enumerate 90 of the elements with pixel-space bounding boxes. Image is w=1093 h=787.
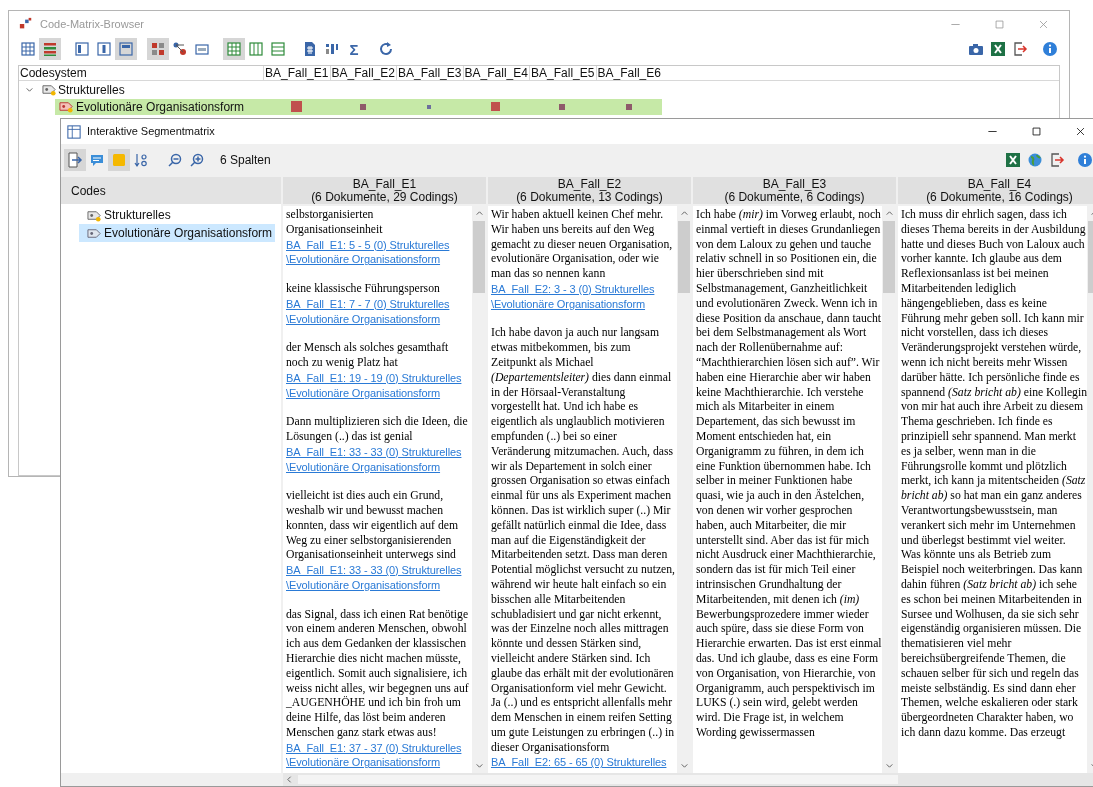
code-tag-icon bbox=[59, 99, 74, 114]
scrollbar[interactable] bbox=[677, 206, 691, 773]
table-icon bbox=[20, 41, 36, 57]
scroll-left-icon bbox=[285, 775, 294, 784]
segment-text: selbstorganisierten Organisationseinheit bbox=[286, 208, 384, 238]
code-list-item[interactable]: Evolutionäre Organisationsform bbox=[79, 224, 275, 242]
segment-text: vielleicht ist dies auch ein Grund, weshalb wir und bewusst machen konnten, dass wir eigentlich auf dem Weg zu einer selbstorganisierenden Organisationseinheit unterwegs sind bbox=[286, 489, 460, 564]
tree-item[interactable]: Evolutionäre Organisationsform bbox=[76, 97, 245, 116]
segment-text: der Mensch als solches gesamthaft noch zu wenig Platz hat bbox=[286, 341, 450, 371]
matrix-row[interactable]: Evolutionäre Organisationsform bbox=[55, 98, 662, 115]
column-count: 6 Spalten bbox=[220, 151, 271, 169]
segment-text: Ich muss dir ehrlich sagen, dass ich dieses Thema bereits in der Ausbildung hatte und dieses Buch von Laloux auch vorher kannte. Ich glaube aus dem Reflexionsanlass ist bei meinen Mitarbeitenden lediglich hängengeblieben, dass es keine Führung mehr geben soll. Ich kann mir nicht vorstellen, dass ich dieses Veränderungsprojekt verstehen würde, wenn ich nicht bereits mehr Wissen darüber hätte. Ich persönliche finde es spannend (Satz bricht ab) eine Kollegin von mir hat auch ihre Arbeit zu diesem Thema geschrieben. Ich finde es prinzipiell sehr spannend. Man merkt es ja selber, wenn man in die Führungsrolle kommt und plötzlich merkt, ich kann ja mitentscheiden (Satz bricht ab) so hat man ein ganz anderes Verantwortungsbewusstsein, man verankert sich mehr im Unternehmen und überlegst bestimmt viel weiter. Was könnte uns als Betrieb zum Beispiel noch weiterbringen. Das kann dahin führen (Satz bricht ab) ich sehe es schon bei meinen Mitarbeitenden in Sursee und Wolhusen, da sie sich sehr eigenständig organisieren müssen. Die thematisieren viel mehr bereichsübergreifende Themen, die schauen selber für sich und regeln das meiste selbständig. Es sind dann eher Themen, welche eskalieren oder stark übergeordneten Charakter haben, wo ich dann dazu komme. Das erzeugt bbox=[901, 208, 1087, 741]
app-icon bbox=[67, 124, 81, 139]
column-header[interactable]: BA_Fall_E1 bbox=[263, 66, 330, 80]
globe-icon bbox=[1027, 151, 1043, 168]
exit-icon bbox=[1012, 41, 1028, 57]
column-header[interactable]: BA_Fall_E4 (6 Dokumente, 16 Codings) bbox=[898, 177, 1093, 204]
toolbar-button[interactable] bbox=[115, 38, 137, 60]
code-list-item[interactable]: Strukturelles bbox=[79, 206, 275, 224]
scroll-up-icon bbox=[679, 209, 689, 218]
toolbar-button[interactable] bbox=[64, 148, 86, 171]
column-header[interactable]: BA_Fall_E4 bbox=[462, 66, 529, 80]
close-icon bbox=[1037, 18, 1049, 30]
column-header[interactable]: BA_Fall_E6 bbox=[595, 66, 662, 80]
scroll-up-icon bbox=[474, 209, 484, 218]
panel-header: Codes bbox=[61, 177, 281, 204]
close-icon bbox=[1074, 126, 1086, 137]
column-header[interactable]: Codesystem bbox=[19, 66, 263, 80]
source-link[interactable]: BA_Fall_E1: 33 - 33 (0) Strukturelles\Evolutionäre Organisationsform bbox=[286, 444, 472, 475]
source-link[interactable]: BA_Fall_E1: 37 - 37 (0) Strukturelles\Evolutionäre Organisationsform bbox=[286, 740, 472, 771]
column-icon bbox=[96, 41, 112, 57]
horizontal-scrollbar[interactable] bbox=[283, 773, 1093, 786]
scroll-down-icon bbox=[884, 761, 894, 770]
segment-text: Dann multiplizieren sich die Ideen, die Lösungen (..) das ist genial bbox=[286, 415, 469, 445]
window-title: Interaktive Segmentmatrix bbox=[87, 124, 215, 140]
toolbar-button[interactable] bbox=[39, 38, 61, 60]
bars-icon bbox=[324, 41, 340, 57]
row-icon bbox=[270, 41, 286, 57]
grid-icon bbox=[226, 41, 242, 57]
memo-icon bbox=[111, 151, 127, 168]
column-icon bbox=[248, 41, 264, 57]
code-tag-icon bbox=[42, 82, 57, 97]
source-link[interactable]: BA_Fall_E1: 7 - 7 (0) Strukturelles\Evolutionäre Organisationsform bbox=[286, 296, 472, 327]
source-link[interactable]: BA_Fall_E2: 3 - 3 (0) Strukturelles\Evolutionäre Organisationsform bbox=[491, 282, 677, 312]
column-header[interactable]: BA_Fall_E2 bbox=[329, 66, 396, 80]
info-icon bbox=[1042, 41, 1058, 57]
window-title: Code-Matrix-Browser bbox=[40, 16, 144, 32]
table-icon bbox=[194, 41, 210, 57]
grid-icon bbox=[150, 41, 166, 57]
scroll-down-icon bbox=[474, 761, 484, 770]
column-header[interactable]: BA_Fall_E5 bbox=[529, 66, 596, 80]
scrollbar[interactable] bbox=[472, 206, 486, 773]
column-header[interactable]: BA_Fall_E3 bbox=[396, 66, 463, 80]
tree-item[interactable]: Strukturelles bbox=[58, 80, 125, 99]
scrollbar[interactable] bbox=[882, 206, 896, 773]
toolbar-button[interactable] bbox=[147, 38, 169, 60]
segment-text: Wir haben aktuell keinen Chef mehr. Wir haben uns bereits auf den Weg gemacht zu dieser neuen Organisation, evolutionäre Organisation, oder wie man das so nennen kann bbox=[491, 208, 674, 282]
column-header[interactable]: BA_Fall_E3 (6 Dokumente, 6 Codings) bbox=[693, 177, 896, 204]
list-icon bbox=[42, 41, 58, 57]
zoom-in-icon bbox=[189, 151, 205, 168]
source-link[interactable]: BA_Fall_E1: 33 - 33 (0) Strukturelles\Evolutionäre Organisationsform bbox=[286, 563, 472, 593]
nodes-icon bbox=[172, 41, 188, 57]
segment-text: Ich habe (mir) im Vorweg erlaubt, noch einmal vertieft in dieses Grundanliegen von dem Laloux zu gehen und tauche relativ schnell in so Positionen ein, die hier überschrieben sind mit Selbstmanagement, Ganzheitlichkeit und evolutionären Zweck. Wenn ich in diese Position da anschaue, dann taucht bei dem Selbstmanagement als Wort nach der Rollenübernahme auf: “Machthierarchien lösen sich auf”. Wir haben eine Hierarchie aber wir haben keine Machthierarchie. Ich verstehe mich als Mitarbeiter in einem Departement, das sich bewusst im Moment entschieden hat, ein Organigramm zu führen, in dem ich eine Funktion übernommen habe. Ich selber in meiner Funktionen habe quasi, wie ja auch in den Ästelchen, von denen wir vorher gesprochen haben, auch Mitarbeiter, die mir unterstellt sind. Aber das ist für mich nicht Ausdruck einer Machthierarchie, sondern das ist für mich Teil einer intrinsischen Grundhaltung der Mitarbeitenden, mit denen ich (im) Bewerbungsprozedere immer wieder auch spüre, dass sie diese Form von Hierarchie erwarten. Das ist erst einmal das. Und ich glaube, dass es eine Form von Organisation, von Hierarchie, von Organigramm, auch perspektivisch im LUKS (.) sein wird, gelebt werden wird. Die Frage ist, in welchem Wording gewissermassen bbox=[696, 208, 882, 741]
source-link[interactable]: BA_Fall_E1: 19 - 19 (0) Strukturelles\Evolutionäre Organisationsform bbox=[286, 370, 472, 401]
toolbar-button[interactable] bbox=[223, 38, 245, 60]
segment-text: das Signal, dass ich einen Rat benötige von einem anderen Menschen, obwohl ich aus dem Gedanken der klassischen Hierarchie dies nicht machen müsste, eigentlich. Somit auch signalisiere, ich weiss nicht alles, wir begegnen uns auf _AUGENHÖHE und ich bin froh um deine Hilfe, das löst beim anderen Menschen ganz stark etwas aus! bbox=[286, 607, 470, 741]
source-link[interactable]: BA_Fall_E2: 65 - 65 (0) Strukturelles bbox=[491, 755, 677, 771]
scroll-up-icon bbox=[884, 209, 894, 218]
spreadsheet-icon bbox=[1005, 151, 1021, 168]
spreadsheet-icon bbox=[990, 41, 1006, 57]
maximize-icon bbox=[1030, 126, 1042, 137]
camera-icon bbox=[968, 41, 984, 57]
source-link[interactable]: BA_Fall_E1: 5 - 5 (0) Strukturelles\Evolutionäre Organisationsform bbox=[286, 237, 472, 268]
segment-text: keine klassische Führungsperson bbox=[286, 282, 441, 297]
app-icon bbox=[19, 17, 33, 31]
document-icon bbox=[302, 41, 318, 57]
maximize-icon bbox=[993, 18, 1005, 30]
scroll-down-icon bbox=[679, 761, 689, 770]
column-icon bbox=[74, 41, 90, 57]
exit-icon bbox=[1049, 151, 1065, 168]
toolbar-button[interactable]: Σ bbox=[343, 38, 365, 60]
column-header[interactable]: BA_Fall_E1 (6 Dokumente, 29 Codings) bbox=[283, 177, 486, 204]
zoom-out-icon bbox=[167, 151, 183, 168]
export-icon bbox=[67, 151, 83, 168]
column-header[interactable]: BA_Fall_E2 (6 Dokumente, 13 Codings) bbox=[488, 177, 691, 204]
segment-text: Ich habe davon ja auch nur langsam etwas mitbekommen, bis zum Zeitpunkt als Michael (Departementsleiter) dies dann einmal in der Hörsaal-Veranstaltung vorgestellt hat. Und ich habe es eigentlich als unglaublich motivieren empfunden (..) bei so einer Veränderung mitzumachen. Auch, dass wir als Departement in solch einer grossen Organisation so etwas einfach einmal für uns als Experiment machen können. Das ist wirklich super (..) Mir gefällt natürlich einmal die Idee, dass man auf die Eigenständigkeit der Mitarbeitenden setzt. Dass man deren Potential möglichst versucht zu nutzen, während wir heute halt einfach so ein bisschen alle Mitarbeitenden schubladisiert und gar nicht erkennt, was der Einzelne noch alles mittragen könnte und dessen Stärken sind, vielleicht andere Stärken sind. Ich glaube das erhält mit der evolutionären Organisationform viel mehr Gewicht. Ja (..) und es entspricht allenfalls mehr dem Menschen in einem reifen Setting um gute Leistungen zu erbringen (..) in dieser Organisationsform bbox=[491, 326, 677, 756]
column-icon bbox=[118, 41, 134, 57]
info-icon bbox=[1077, 151, 1093, 168]
sort-icon bbox=[133, 151, 149, 168]
refresh-icon bbox=[378, 41, 394, 57]
